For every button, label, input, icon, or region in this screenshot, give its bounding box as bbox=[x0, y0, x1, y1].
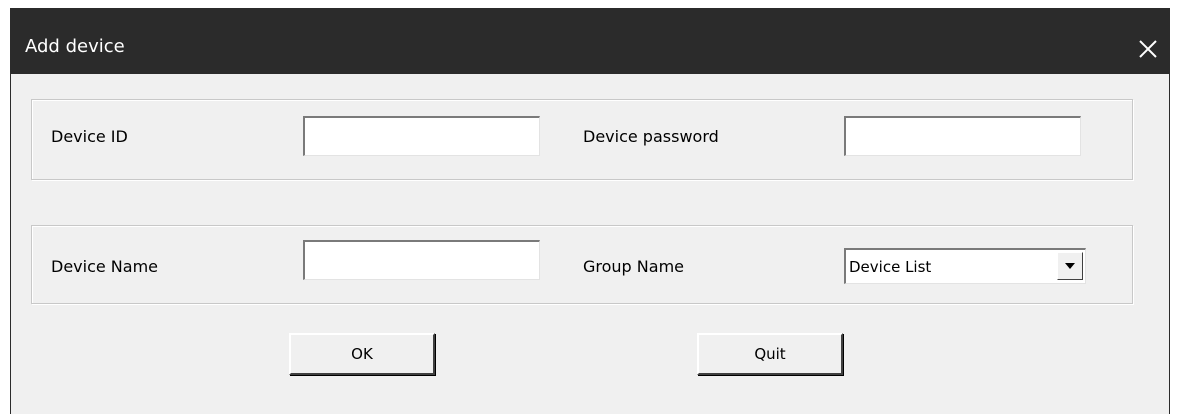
device-password-label: Device password bbox=[583, 127, 719, 146]
group-name-selected-value: Device List bbox=[849, 258, 932, 276]
chevron-down-icon bbox=[1065, 263, 1075, 269]
window-title: Add device bbox=[25, 36, 125, 57]
device-name-label: Device Name bbox=[51, 257, 159, 276]
device-id-label: Device ID bbox=[51, 127, 128, 146]
device-credentials-group: Device ID Device password bbox=[31, 99, 1133, 180]
device-name-input[interactable] bbox=[303, 240, 540, 280]
close-button[interactable] bbox=[1133, 34, 1163, 64]
device-id-input[interactable] bbox=[303, 116, 540, 156]
device-info-group: Device Name Group Name Device List bbox=[31, 225, 1133, 304]
title-bar: Add device bbox=[11, 8, 1169, 74]
group-name-label: Group Name bbox=[583, 257, 684, 276]
close-icon bbox=[1139, 40, 1157, 58]
quit-button[interactable]: Quit bbox=[697, 333, 843, 375]
group-name-dropdown[interactable]: Device List bbox=[844, 248, 1086, 284]
dropdown-arrow-button[interactable] bbox=[1057, 252, 1083, 280]
device-password-input[interactable] bbox=[844, 116, 1081, 156]
ok-button[interactable]: OK bbox=[289, 333, 435, 375]
add-device-dialog: Add device Device ID Device password Dev… bbox=[10, 8, 1170, 414]
